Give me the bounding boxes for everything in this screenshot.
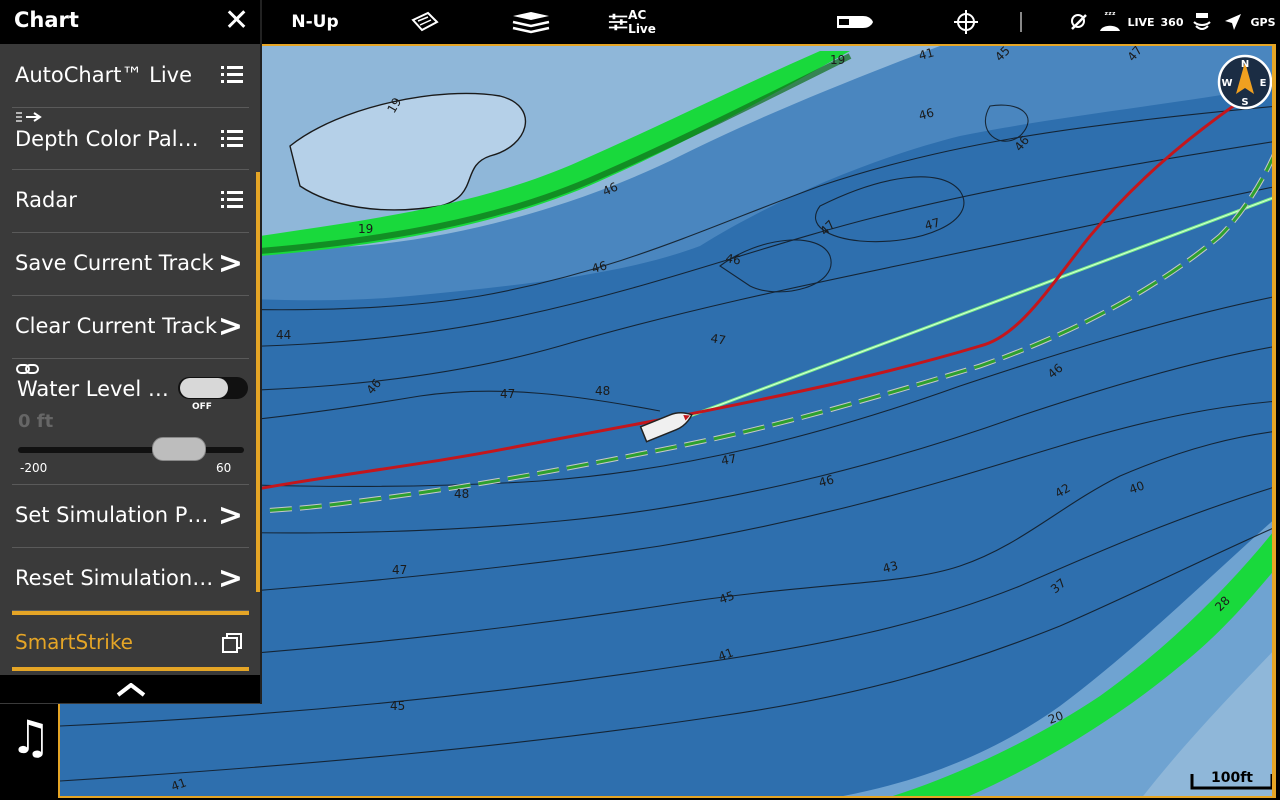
overlay-icon[interactable] [405, 0, 445, 44]
menu-item-label: AutoChart™ Live [15, 63, 193, 87]
menu-item-label: Depth Color Pal… [15, 127, 199, 151]
menu-item-label: Set Simulation P… [15, 503, 209, 527]
menu-header: Chart ✕ [0, 0, 260, 44]
slider-max-label: 60 [216, 461, 232, 475]
depth-label: 48 [595, 384, 610, 398]
zzz-text: ᶻᶻᶻ [1104, 10, 1116, 21]
link-icon [16, 364, 39, 374]
orientation-button[interactable]: N-Up [285, 0, 345, 44]
boat-view-icon[interactable] [832, 0, 878, 44]
smartstrike-section[interactable]: SmartStrike [12, 611, 249, 671]
list-icon [221, 130, 243, 147]
music-note-icon[interactable]: ♫ [10, 714, 51, 760]
menu-item-clear-current-track[interactable]: Clear Current Track > [12, 296, 249, 359]
window-stack-icon [222, 633, 242, 653]
live-button[interactable]: LIVE [1127, 0, 1154, 44]
gps-button[interactable]: GPS [1250, 0, 1276, 44]
menu-item-label: Clear Current Track [15, 314, 218, 338]
menu-item-reset-simulation[interactable]: Reset Simulation… > [12, 548, 249, 611]
list-icon [221, 66, 243, 83]
menu-scrollbar[interactable] [256, 172, 260, 592]
menu-collapse-button[interactable] [0, 675, 260, 703]
compass-n: N [1241, 59, 1249, 70]
compass-e: E [1260, 78, 1267, 89]
ac-live-label: AC Live [628, 8, 656, 36]
depth-label: 19 [830, 53, 845, 67]
menu-item-save-current-track[interactable]: Save Current Track > [12, 233, 249, 296]
depth-label: 47 [720, 452, 737, 468]
chevron-right-icon: > [217, 561, 243, 596]
water-level-slider-knob[interactable] [151, 437, 206, 461]
compass-icon: N E S W [1217, 54, 1272, 110]
crosshair-icon[interactable] [952, 0, 980, 44]
sliders-icon [608, 13, 628, 31]
water-level-value: 0 ft [18, 411, 54, 432]
sleep-icon[interactable]: ᶻᶻᶻ [1096, 0, 1124, 44]
smartstrike-label: SmartStrike [15, 630, 133, 654]
menu-item-water-level: Water Level … OFF 0 ft -200 60 [12, 359, 249, 485]
chart-menu: Chart ✕ AutoChart™ Live Depth Color Pal…… [0, 0, 262, 704]
water-level-slider-track[interactable] [18, 437, 244, 461]
layers-icon[interactable] [508, 0, 554, 44]
three-sixty-button[interactable]: 360 [1160, 0, 1184, 44]
depth-label: 19 [358, 222, 373, 236]
toggle-knob [180, 378, 228, 398]
chevron-right-icon: > [217, 246, 243, 281]
water-level-label: Water Level … [17, 377, 169, 401]
shortcut-arrow-icon [16, 112, 42, 122]
menu-item-autochart-live[interactable]: AutoChart™ Live [12, 45, 249, 108]
menu-item-label: Reset Simulation… [15, 566, 214, 590]
menu-item-depth-color-palette[interactable]: Depth Color Pal… [12, 107, 249, 170]
toggle-state-label: OFF [192, 402, 212, 412]
menu-item-label: Save Current Track [15, 251, 214, 275]
no-signal-icon[interactable] [1066, 0, 1092, 44]
compass-w: W [1221, 78, 1232, 89]
menu-item-radar[interactable]: Radar [12, 170, 249, 233]
depth-label: 48 [454, 487, 469, 501]
sonar-icon[interactable] [1190, 0, 1214, 44]
depth-label: 45 [390, 699, 405, 713]
menu-item-label: Radar [15, 188, 77, 212]
depth-label: 47 [392, 563, 407, 577]
depth-label: 46 [724, 251, 741, 267]
list-icon [221, 191, 243, 208]
ac-live-settings-button[interactable]: AC Live [608, 0, 674, 44]
depth-label: 47 [709, 331, 726, 347]
compass-s: S [1241, 97, 1248, 108]
menu-item-set-simulation-position[interactable]: Set Simulation P… > [12, 485, 249, 548]
scale-label: 100ft [1211, 770, 1253, 786]
chevron-right-icon: > [217, 309, 243, 344]
chevron-right-icon: > [217, 498, 243, 533]
depth-label: 47 [500, 387, 515, 401]
slider-min-label: -200 [20, 461, 48, 475]
navigation-icon[interactable] [1220, 0, 1246, 44]
close-icon[interactable]: ✕ [224, 4, 249, 38]
water-level-toggle[interactable] [178, 377, 248, 399]
chevron-up-icon [116, 683, 146, 697]
toolbar-divider [1020, 12, 1022, 32]
depth-label: 44 [276, 328, 291, 342]
menu-title: Chart [14, 8, 79, 32]
